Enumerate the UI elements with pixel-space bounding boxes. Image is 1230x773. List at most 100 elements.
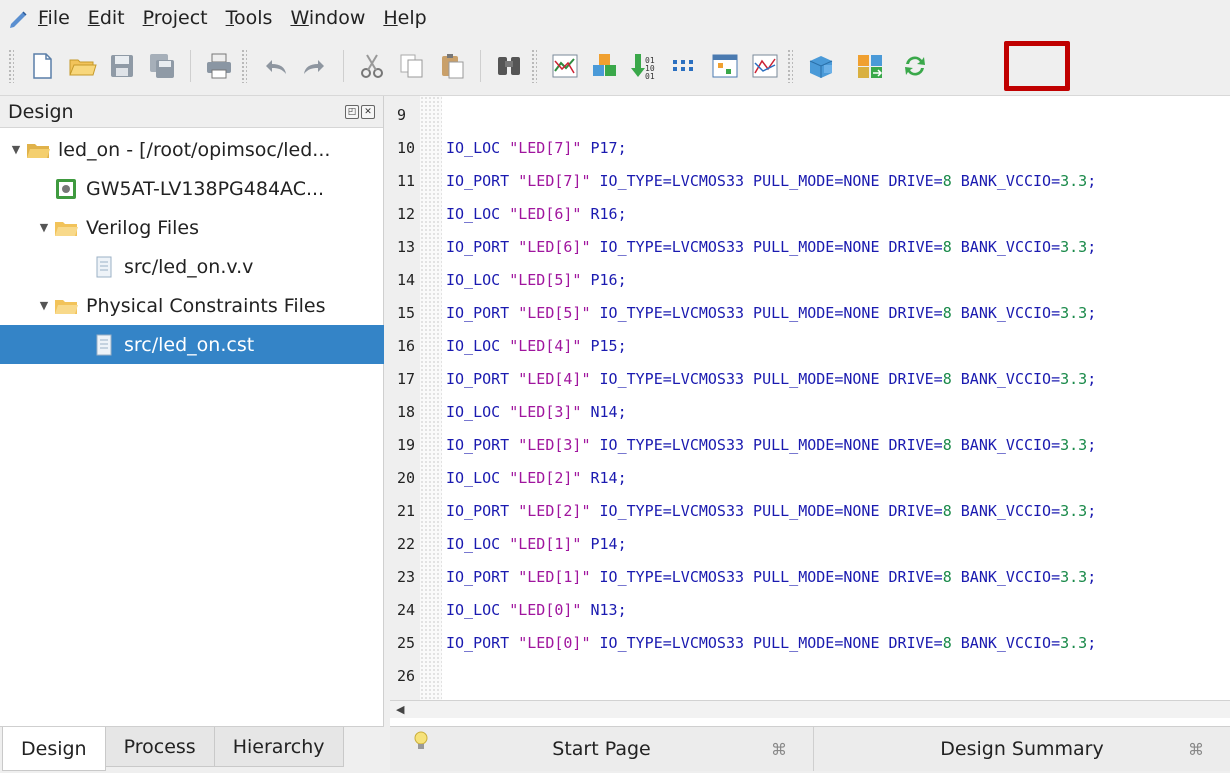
- line-number: 13: [397, 238, 416, 256]
- code-line[interactable]: IO_LOC "LED[6]" R16;: [446, 198, 627, 231]
- undo-icon[interactable]: [260, 49, 290, 83]
- code-line[interactable]: IO_LOC "LED[4]" P15;: [446, 330, 627, 363]
- tab-process[interactable]: Process: [104, 727, 215, 767]
- tree-item-label: src/led_on.cst: [124, 333, 255, 356]
- line-number: 11: [397, 172, 416, 190]
- cut-icon[interactable]: [357, 49, 387, 83]
- redo-icon[interactable]: [300, 49, 330, 83]
- horizontal-scrollbar[interactable]: ◀: [390, 700, 1230, 718]
- menu-edit[interactable]: Edit: [88, 7, 125, 29]
- toolbar-grip[interactable]: [531, 48, 537, 83]
- tree-item[interactable]: src/led_on.v.v: [0, 247, 384, 286]
- code-line[interactable]: IO_PORT "LED[7]" IO_TYPE=LVCMOS33 PULL_M…: [446, 165, 1096, 198]
- close-tab-icon[interactable]: ⌘: [771, 740, 787, 759]
- toolbar-separator: [480, 49, 481, 82]
- code-line[interactable]: IO_LOC "LED[0]" N13;: [446, 594, 627, 627]
- float-panel-button[interactable]: ◰: [345, 104, 359, 119]
- line-number: 22: [397, 535, 416, 553]
- toolbar-grip[interactable]: [241, 48, 247, 83]
- line-number: 17: [397, 370, 416, 388]
- code-line[interactable]: IO_PORT "LED[3]" IO_TYPE=LVCMOS33 PULL_M…: [446, 429, 1096, 462]
- toolbar-grip[interactable]: [787, 48, 793, 83]
- expand-arrow-icon[interactable]: ▼: [34, 299, 54, 312]
- code-line[interactable]: IO_PORT "LED[5]" IO_TYPE=LVCMOS33 PULL_M…: [446, 297, 1096, 330]
- tree-item[interactable]: ▼ led_on - [/root/opimsoc/led...: [0, 130, 384, 169]
- expand-arrow-icon[interactable]: ▼: [34, 221, 54, 234]
- tree-item[interactable]: src/led_on.cst: [0, 325, 384, 364]
- file-icon: [92, 334, 116, 356]
- save-icon[interactable]: [107, 49, 137, 83]
- line-number: 23: [397, 568, 416, 586]
- design-panel-title: Design: [8, 100, 74, 123]
- line-number: 18: [397, 403, 416, 421]
- code-line[interactable]: IO_LOC "LED[5]" P16;: [446, 264, 627, 297]
- document-tabs: Start Page ⌘ Design Summary ⌘: [390, 726, 1230, 773]
- line-number: 24: [397, 601, 416, 619]
- find-icon[interactable]: [494, 49, 524, 83]
- line-number: 10: [397, 139, 416, 157]
- tree-item[interactable]: GW5AT-LV138PG484AC...: [0, 169, 384, 208]
- menu-bar: File Edit Project Tools Window Help: [0, 0, 1230, 36]
- menu-tools[interactable]: Tools: [226, 7, 273, 29]
- tab-hierarchy[interactable]: Hierarchy: [213, 727, 344, 767]
- code-line[interactable]: IO_PORT "LED[2]" IO_TYPE=LVCMOS33 PULL_M…: [446, 495, 1096, 528]
- paste-icon[interactable]: [437, 49, 467, 83]
- line-number-gutter: 9 10 11 12 13 14 15 16 17 18 19 20 21 22 23 24 25 26: [390, 96, 420, 700]
- timing-constraints-icon[interactable]: [710, 49, 740, 83]
- close-panel-button[interactable]: ✕: [361, 104, 375, 119]
- code-line[interactable]: IO_PORT "LED[6]" IO_TYPE=LVCMOS33 PULL_M…: [446, 231, 1096, 264]
- program-device-icon[interactable]: 01 10 01: [630, 49, 660, 83]
- ip-core-icon[interactable]: [806, 49, 836, 83]
- tab-design-summary[interactable]: Design Summary ⌘: [814, 727, 1230, 771]
- line-number: 14: [397, 271, 416, 289]
- design-panel-tabs: Design Process Hierarchy: [0, 726, 384, 773]
- tab-label: Start Page: [552, 738, 651, 760]
- project-folder-icon: [26, 139, 50, 161]
- save-all-icon[interactable]: [147, 49, 177, 83]
- place-route-icon[interactable]: [590, 49, 620, 83]
- menu-help[interactable]: Help: [383, 7, 426, 29]
- floorplanner-icon[interactable]: [670, 49, 700, 83]
- new-file-icon[interactable]: [27, 49, 57, 83]
- code-line[interactable]: IO_LOC "LED[2]" R14;: [446, 462, 627, 495]
- expand-arrow-icon[interactable]: ▼: [6, 143, 26, 156]
- tree-item[interactable]: ▼ Verilog Files: [0, 208, 384, 247]
- refresh-icon[interactable]: [900, 49, 930, 83]
- toolbar-grip[interactable]: [8, 48, 14, 83]
- fold-margin: [420, 96, 442, 700]
- code-editor[interactable]: 9 10 11 12 13 14 15 16 17 18 19 20 21 22 23 24 25 26 IO_L…: [390, 96, 1230, 726]
- line-number: 21: [397, 502, 416, 520]
- open-folder-icon[interactable]: [67, 49, 97, 83]
- code-line[interactable]: IO_PORT "LED[4]" IO_TYPE=LVCMOS33 PULL_M…: [446, 363, 1096, 396]
- code-line[interactable]: IO_LOC "LED[3]" N14;: [446, 396, 627, 429]
- line-number: 9: [397, 106, 407, 124]
- tab-start-page[interactable]: Start Page ⌘: [390, 727, 814, 771]
- design-tree: ▼ led_on - [/root/opimsoc/led... GW5AT-LV1…: [0, 130, 384, 364]
- menu-project[interactable]: Project: [143, 7, 208, 29]
- app-icon: [8, 7, 30, 29]
- line-number: 16: [397, 337, 416, 355]
- lightbulb-icon: [414, 731, 428, 756]
- code-line[interactable]: IO_LOC "LED[1]" P14;: [446, 528, 627, 561]
- scroll-left-arrow-icon[interactable]: ◀: [396, 703, 404, 716]
- tree-item-label: led_on - [/root/opimsoc/led...: [58, 138, 331, 161]
- timing-analyzer-icon[interactable]: [750, 49, 780, 83]
- synthesize-icon[interactable]: [550, 49, 580, 83]
- code-line[interactable]: IO_PORT "LED[0]" IO_TYPE=LVCMOS33 PULL_M…: [446, 627, 1096, 660]
- copy-icon[interactable]: [397, 49, 427, 83]
- menu-window[interactable]: Window: [290, 7, 365, 29]
- tab-design[interactable]: Design: [2, 727, 106, 771]
- folder-icon: [54, 295, 78, 317]
- close-tab-icon[interactable]: ⌘: [1188, 740, 1204, 759]
- code-line[interactable]: IO_LOC "LED[7]" P17;: [446, 132, 627, 165]
- floor-planner-highlighted-icon[interactable]: [855, 49, 885, 83]
- tree-item-label: Verilog Files: [86, 216, 199, 239]
- toolbar-separator: [343, 49, 344, 82]
- chip-icon: [54, 178, 78, 200]
- folder-icon: [54, 217, 78, 239]
- tree-item[interactable]: ▼ Physical Constraints Files: [0, 286, 384, 325]
- design-panel: Design ◰ ✕ ▼ led_on - [/root/opimsoc/led.…: [0, 96, 384, 726]
- code-line[interactable]: IO_PORT "LED[1]" IO_TYPE=LVCMOS33 PULL_M…: [446, 561, 1096, 594]
- menu-file[interactable]: File: [38, 7, 70, 29]
- print-icon[interactable]: [204, 49, 234, 83]
